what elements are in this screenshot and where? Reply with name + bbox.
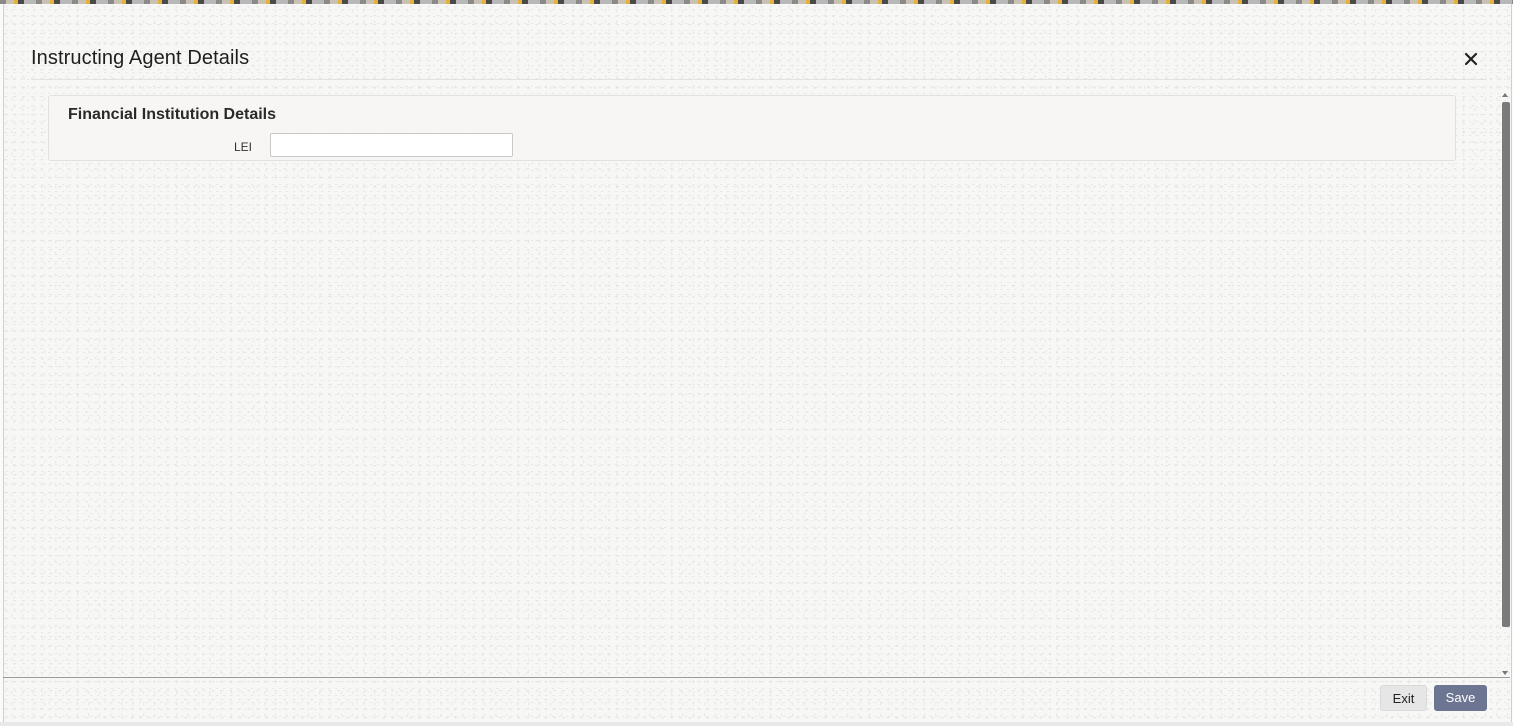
panel-title: Financial Institution Details [68, 106, 277, 123]
scroll-down-arrow-icon[interactable] [1502, 671, 1508, 675]
lei-label: LEI [234, 140, 253, 154]
close-button[interactable] [1460, 48, 1482, 70]
vertical-scrollbar[interactable] [1501, 91, 1511, 681]
scroll-up-arrow-icon[interactable] [1502, 93, 1508, 97]
lei-input[interactable] [270, 133, 513, 157]
financial-institution-details-panel: Financial Institution Details LEI [48, 95, 1456, 161]
instructing-agent-dialog: Instructing Agent Details Financial Inst… [3, 4, 1512, 722]
window-bottom-edge [0, 722, 1513, 726]
scrollbar-thumb[interactable] [1502, 102, 1510, 627]
save-button[interactable]: Save [1434, 685, 1487, 711]
exit-button[interactable]: Exit [1380, 685, 1427, 711]
header-divider [31, 79, 1487, 80]
dialog-title: Instructing Agent Details [31, 47, 250, 69]
close-icon [1464, 52, 1478, 66]
footer-divider [3, 677, 1510, 678]
